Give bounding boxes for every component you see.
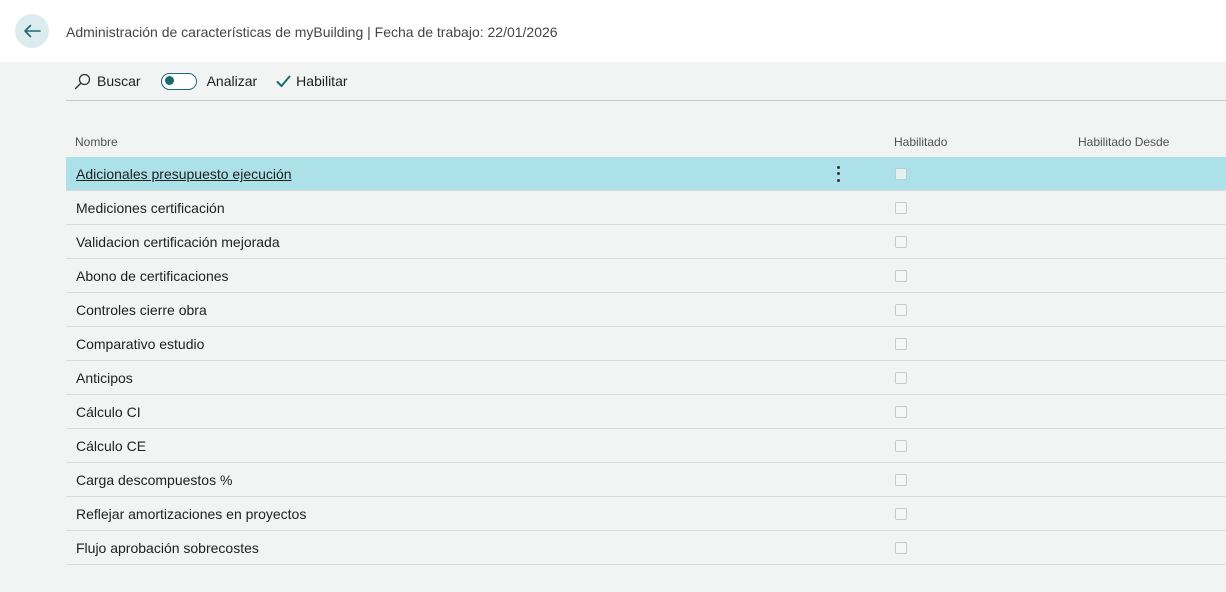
feature-name-link[interactable]: Adicionales presupuesto ejecución bbox=[76, 166, 292, 182]
enabled-checkbox[interactable] bbox=[895, 304, 907, 316]
enable-label: Habilitar bbox=[296, 73, 348, 89]
enabled-checkbox[interactable] bbox=[895, 168, 907, 180]
search-label: Buscar bbox=[97, 73, 141, 89]
action-bar: Buscar Analizar Habilitar bbox=[66, 62, 1226, 101]
feature-name[interactable]: Validacion certificación mejorada bbox=[76, 234, 280, 250]
row-actions-icon[interactable] bbox=[830, 164, 846, 184]
page-header: Administración de características de myB… bbox=[0, 0, 1226, 62]
table-row[interactable]: Comparativo estudio bbox=[66, 327, 1226, 361]
feature-name[interactable]: Cálculo CI bbox=[76, 404, 141, 420]
analyze-label: Analizar bbox=[206, 73, 258, 89]
feature-name[interactable]: Cálculo CE bbox=[76, 438, 146, 454]
table-row[interactable]: Validacion certificación mejorada bbox=[66, 225, 1226, 259]
enable-button[interactable]: Habilitar bbox=[276, 73, 348, 89]
enabled-checkbox[interactable] bbox=[895, 508, 907, 520]
table-row[interactable]: Cálculo CI bbox=[66, 395, 1226, 429]
table-row[interactable]: Controles cierre obra bbox=[66, 293, 1226, 327]
feature-name[interactable]: Comparativo estudio bbox=[76, 336, 204, 352]
table-row[interactable]: Mediciones certificación bbox=[66, 191, 1226, 225]
feature-name[interactable]: Flujo aprobación sobrecostes bbox=[76, 540, 259, 556]
enabled-checkbox[interactable] bbox=[895, 474, 907, 486]
table-row[interactable]: Anticipos bbox=[66, 361, 1226, 395]
enabled-checkbox[interactable] bbox=[895, 270, 907, 282]
feature-name[interactable]: Carga descompuestos % bbox=[76, 472, 232, 488]
checkmark-icon bbox=[276, 75, 291, 87]
table-row[interactable]: Reflejar amortizaciones en proyectos bbox=[66, 497, 1226, 531]
enabled-checkbox[interactable] bbox=[895, 236, 907, 248]
arrow-left-icon bbox=[24, 24, 41, 38]
page-title: Administración de características de myB… bbox=[66, 24, 558, 40]
table-row[interactable]: Adicionales presupuesto ejecución bbox=[66, 157, 1226, 191]
column-header-enabled-from[interactable]: Habilitado Desde bbox=[1078, 135, 1169, 149]
table-row[interactable]: Flujo aprobación sobrecostes bbox=[66, 531, 1226, 565]
enabled-checkbox[interactable] bbox=[895, 440, 907, 452]
analyze-toggle-button[interactable]: Analizar bbox=[160, 72, 258, 90]
search-button[interactable]: Buscar bbox=[74, 73, 141, 90]
column-header-enabled[interactable]: Habilitado bbox=[894, 135, 947, 149]
enabled-checkbox[interactable] bbox=[895, 406, 907, 418]
feature-name[interactable]: Controles cierre obra bbox=[76, 302, 207, 318]
search-icon bbox=[74, 73, 91, 89]
column-header-name[interactable]: Nombre bbox=[75, 135, 118, 149]
toggle-knob bbox=[164, 76, 174, 85]
feature-name[interactable]: Reflejar amortizaciones en proyectos bbox=[76, 506, 306, 522]
feature-name[interactable]: Abono de certificaciones bbox=[76, 268, 229, 284]
enabled-checkbox[interactable] bbox=[895, 542, 907, 554]
features-table: Adicionales presupuesto ejecución Medici… bbox=[66, 157, 1226, 565]
feature-name[interactable]: Mediciones certificación bbox=[76, 200, 225, 216]
enabled-checkbox[interactable] bbox=[895, 338, 907, 350]
analyze-toggle[interactable] bbox=[160, 72, 197, 90]
table-row[interactable]: Cálculo CE bbox=[66, 429, 1226, 463]
back-button[interactable] bbox=[15, 14, 49, 48]
feature-name[interactable]: Anticipos bbox=[76, 370, 133, 386]
table-row[interactable]: Abono de certificaciones bbox=[66, 259, 1226, 293]
enabled-checkbox[interactable] bbox=[895, 372, 907, 384]
table-row[interactable]: Carga descompuestos % bbox=[66, 463, 1226, 497]
enabled-checkbox[interactable] bbox=[895, 202, 907, 214]
